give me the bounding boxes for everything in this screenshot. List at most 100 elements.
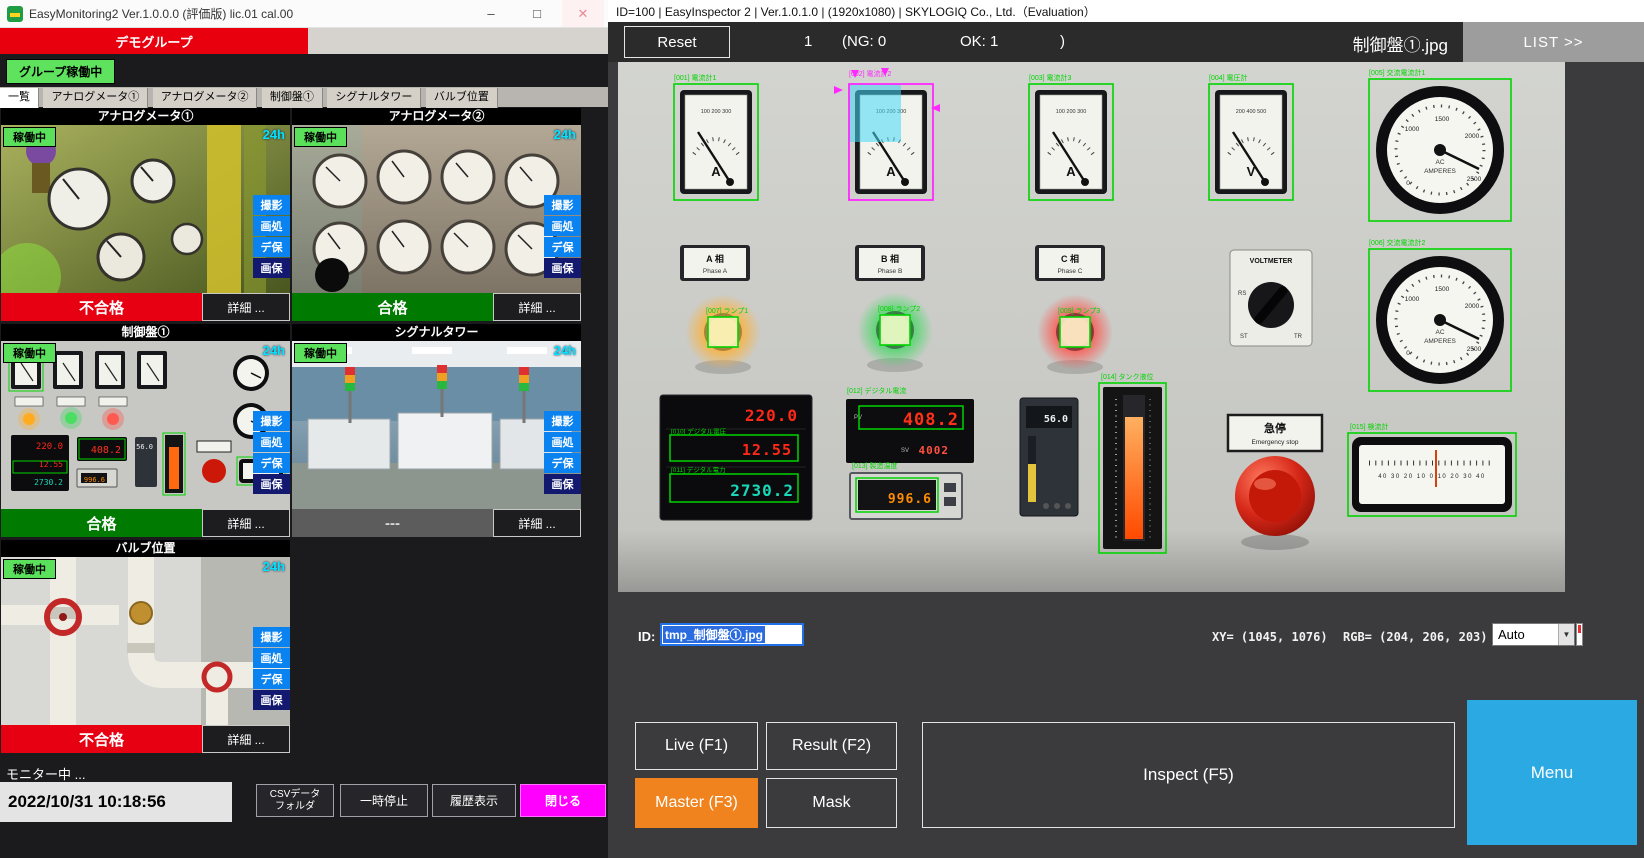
current-image-filename: 制御盤①.jpg — [1353, 31, 1448, 56]
display-mode-combobox[interactable]: Auto ▼ — [1492, 623, 1575, 646]
detection-label: [008] ランプ2 — [878, 305, 920, 313]
tab-analog-meter-1[interactable]: アナログメータ① — [43, 88, 148, 108]
detection-label: [012] デジタル電流 — [847, 386, 906, 395]
capture-button[interactable]: 撮影 — [544, 411, 581, 431]
photo-valves — [1, 557, 290, 725]
close-app-button[interactable]: 閉じる — [520, 784, 606, 817]
maximize-button[interactable]: □ — [516, 0, 558, 27]
panel-status-row: 合格 詳細 ... — [1, 509, 290, 537]
svg-text:2730.2: 2730.2 — [34, 478, 63, 487]
gauge-tick: 0 — [1406, 180, 1410, 187]
tab-control-panel-1[interactable]: 制御盤① — [262, 88, 323, 108]
estop-label-jp: 急停 — [1264, 421, 1286, 435]
detection-box-lamp-1[interactable] — [708, 317, 738, 347]
chevron-down-icon[interactable]: ▼ — [1558, 624, 1574, 645]
panel-photo[interactable]: 稼働中 24h 撮影 画処 デ保 画保 — [292, 341, 581, 509]
master-button[interactable]: Master (F3) — [635, 778, 758, 828]
capture-button[interactable]: 撮影 — [544, 195, 581, 215]
capture-button[interactable]: 撮影 — [253, 195, 290, 215]
image-id-input[interactable]: tmp_制御盤①.jpg — [660, 623, 804, 646]
list-button[interactable]: LIST >> — [1463, 22, 1644, 62]
digital-meter-stack: 220.0 [010] デジタル電圧 12.55 [011] デジタル電力 27… — [660, 395, 812, 520]
digital-value-5: 4002 — [919, 444, 950, 457]
panel-actions: 撮影 画処 デ保 画保 — [544, 411, 581, 494]
running-badge: 稼働中 — [3, 127, 56, 147]
digital-value-6: 996.6 — [888, 492, 932, 507]
switch-pos: ST — [1240, 334, 1248, 340]
menu-button[interactable]: Menu — [1467, 700, 1637, 845]
pause-button[interactable]: 一時停止 — [340, 784, 428, 817]
panel-title: アナログメータ② — [292, 108, 581, 125]
digital-value-3: 2730.2 — [730, 481, 794, 500]
tab-signal-tower[interactable]: シグナルタワー — [327, 88, 421, 108]
plate-en: Phase A — [703, 268, 728, 275]
photo-signal-tower — [292, 341, 581, 509]
process-button[interactable]: 画処 — [253, 432, 290, 452]
detection-box-lamp-2[interactable] — [880, 315, 910, 345]
capture-button[interactable]: 撮影 — [253, 411, 290, 431]
data-save-button[interactable]: デ保 — [544, 237, 581, 257]
cursor-xy-readout: XY= (1045, 1076) — [1212, 630, 1328, 644]
tab-list[interactable]: 一覧 — [0, 88, 39, 108]
panel-status-row: --- 詳細 ... — [292, 509, 581, 537]
monitoring-status-text: モニター中 ... — [6, 764, 85, 783]
process-button[interactable]: 画処 — [544, 432, 581, 452]
panel-status-row: 不合格 詳細 ... — [1, 293, 290, 321]
process-button[interactable]: 画処 — [544, 216, 581, 236]
photo-analog-meters-2 — [292, 125, 581, 293]
panel-photo[interactable]: 220.0 12.55 2730.2 408.2 996.6 56.0 — [1, 341, 290, 509]
detection-label: [011] デジタル電力 — [671, 465, 726, 474]
digital-value-4: 408.2 — [903, 410, 959, 430]
detail-button[interactable]: 詳細 ... — [202, 509, 290, 537]
detection-label: [003] 電流計3 — [1029, 73, 1072, 82]
monitor-panel-valve-position: バルブ位置 — [1, 540, 290, 753]
detail-button[interactable]: 詳細 ... — [493, 509, 581, 537]
badge-24h: 24h — [263, 559, 285, 574]
image-save-button[interactable]: 画保 — [544, 258, 581, 278]
panel-actions: 撮影 画処 デ保 画保 — [253, 411, 290, 494]
image-save-button[interactable]: 画保 — [253, 258, 290, 278]
live-button[interactable]: Live (F1) — [635, 722, 758, 770]
inspection-image[interactable]: 100 200 300 A [001] 電流計1 100 200 300 A — [618, 62, 1565, 592]
data-save-button[interactable]: デ保 — [253, 669, 290, 689]
panel-photo[interactable]: 稼働中 24h 撮影 画処 デ保 画保 — [1, 125, 290, 293]
detection-box-lamp-3[interactable] — [1060, 317, 1090, 347]
image-save-button[interactable]: 画保 — [253, 474, 290, 494]
detail-button[interactable]: 詳細 ... — [202, 725, 290, 753]
svg-text:408.2: 408.2 — [91, 445, 121, 456]
switch-pos: RS — [1238, 291, 1246, 297]
csv-line1: CSVデータ — [270, 789, 321, 800]
plate-jp: C 相 — [1061, 253, 1079, 264]
image-save-button[interactable]: 画保 — [544, 474, 581, 494]
panel-photo[interactable]: 稼働中 24h 撮影 画処 デ保 画保 — [292, 125, 581, 293]
gauge-tick: 1500 — [1435, 286, 1450, 293]
data-save-button[interactable]: デ保 — [544, 453, 581, 473]
reset-button[interactable]: Reset — [624, 26, 730, 58]
capture-button[interactable]: 撮影 — [253, 627, 290, 647]
bargraph-meter — [1103, 387, 1162, 549]
process-button[interactable]: 画処 — [253, 648, 290, 668]
detail-button[interactable]: 詳細 ... — [202, 293, 290, 321]
mask-button[interactable]: Mask — [766, 778, 897, 828]
tab-analog-meter-2[interactable]: アナログメータ② — [153, 88, 258, 108]
detection-label: [007] ランプ1 — [706, 307, 748, 315]
detail-button[interactable]: 詳細 ... — [493, 293, 581, 321]
close-button[interactable]: ✕ — [562, 0, 604, 27]
csv-folder-button[interactable]: CSVデータフォルダ — [256, 784, 334, 817]
history-button[interactable]: 履歴表示 — [432, 784, 516, 817]
image-save-button[interactable]: 画保 — [253, 690, 290, 710]
process-button[interactable]: 画処 — [253, 216, 290, 236]
tab-valve-position[interactable]: バルブ位置 — [426, 88, 498, 108]
minimize-button[interactable]: – — [470, 0, 512, 27]
window-title: ID=100 | EasyInspector 2 | Ver.1.0.1.0 |… — [616, 3, 1096, 20]
badge-24h: 24h — [554, 343, 576, 358]
data-save-button[interactable]: デ保 — [253, 453, 290, 473]
group-tab-demo[interactable]: デモグループ — [0, 28, 308, 54]
result-button[interactable]: Result (F2) — [766, 722, 897, 770]
detection-label: [013] 製造温度 — [852, 461, 898, 470]
inspect-button[interactable]: Inspect (F5) — [922, 722, 1455, 828]
data-save-button[interactable]: デ保 — [253, 237, 290, 257]
panel-photo[interactable]: 稼働中 24h 撮影 画処 デ保 画保 — [1, 557, 290, 725]
detection-label: [005] 交流電流計1 — [1369, 68, 1426, 77]
badge-24h: 24h — [263, 127, 285, 142]
